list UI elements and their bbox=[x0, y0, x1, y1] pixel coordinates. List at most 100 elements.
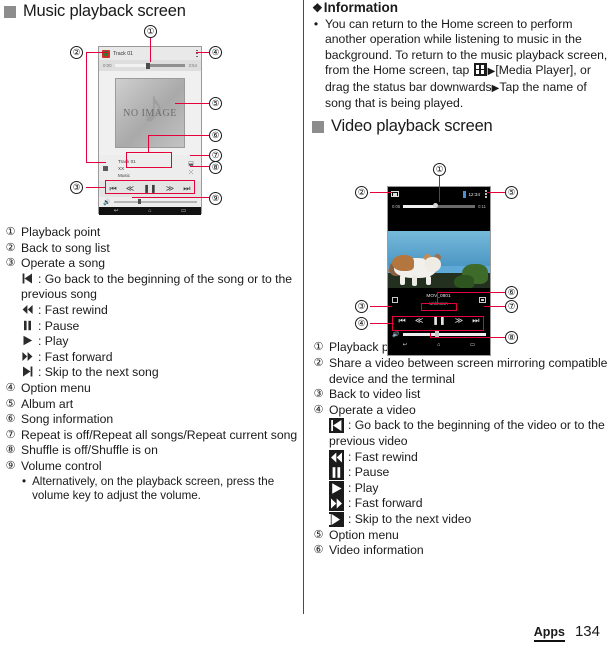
legend-number: ⑦ bbox=[5, 428, 16, 441]
legend-item-2: ② Back to song list bbox=[4, 241, 300, 257]
speaker-icon: 🔊 bbox=[103, 199, 111, 206]
video-controls-highlight bbox=[392, 316, 484, 331]
legend-number: ② bbox=[313, 357, 324, 370]
leader-line bbox=[437, 292, 507, 293]
cat-leg-1 bbox=[400, 275, 405, 285]
callout-8: ⑧ bbox=[209, 161, 222, 174]
recents-icon[interactable]: ▭ bbox=[181, 208, 186, 214]
information-heading-label: Information bbox=[323, 0, 399, 15]
play-icon bbox=[329, 480, 344, 496]
video-option-icon[interactable] bbox=[479, 297, 486, 303]
note-bullet: • bbox=[22, 474, 27, 488]
legend-number: ⑨ bbox=[5, 459, 16, 472]
video-heading-label: Video playback screen bbox=[331, 117, 493, 136]
video-section-heading: Video playback screen bbox=[312, 117, 608, 136]
cat-head bbox=[424, 257, 441, 272]
video-op-label: : Play bbox=[348, 480, 379, 495]
legend-text: Back to song list bbox=[21, 240, 110, 255]
volume-knob[interactable] bbox=[137, 199, 141, 205]
heading-square-bullet bbox=[4, 5, 16, 18]
home-icon[interactable]: ⌂ bbox=[437, 342, 440, 348]
legend-item-1: ① Playback point bbox=[4, 225, 300, 241]
leader-line bbox=[86, 52, 87, 162]
song-op-label: : Fast rewind bbox=[38, 302, 108, 317]
video-op-skip-next: : Skip to the next video bbox=[312, 511, 608, 528]
status-clock: 12:34 bbox=[468, 191, 481, 197]
callout-9: ⑨ bbox=[209, 192, 222, 205]
leader-line bbox=[370, 323, 394, 324]
song-op-fast-rewind: : Fast rewind bbox=[4, 303, 300, 319]
video-legend-item-3: ③ Back to video list bbox=[312, 387, 608, 403]
total-time: 0:11 bbox=[478, 204, 486, 209]
video-op-label: : Go back to the beginning of the video … bbox=[348, 418, 605, 433]
back-to-song-list-button[interactable] bbox=[103, 165, 108, 171]
seek-knob[interactable] bbox=[433, 203, 439, 209]
controls-highlight bbox=[105, 180, 195, 194]
battery-icon bbox=[462, 190, 466, 198]
legend-number: ③ bbox=[5, 257, 16, 270]
callout-1: ① bbox=[144, 25, 157, 38]
music-note-icon: ♪ bbox=[142, 80, 165, 132]
video-seek-bar[interactable]: 0:05 0:11 bbox=[388, 201, 490, 212]
back-icon[interactable]: ↩ bbox=[114, 208, 119, 214]
video-op-fast-rewind: : Fast rewind bbox=[312, 449, 608, 466]
video-op-fast-forward: : Fast forward bbox=[312, 496, 608, 512]
seek-track[interactable] bbox=[403, 203, 476, 209]
recents-icon[interactable]: ▭ bbox=[470, 342, 475, 348]
fast-rewind-icon bbox=[21, 303, 34, 316]
video-callout-7: ⑦ bbox=[505, 300, 518, 313]
seek-knob[interactable] bbox=[145, 62, 150, 69]
legend-item-6: ⑥ Song information bbox=[4, 412, 300, 428]
leader-line bbox=[148, 135, 149, 152]
shuffle-icon[interactable]: ⤫ bbox=[189, 170, 194, 176]
volume-track[interactable] bbox=[114, 199, 197, 205]
legend-number: ⑥ bbox=[5, 413, 16, 426]
legend-number: ① bbox=[5, 226, 16, 238]
legend-item-4: ④ Option menu bbox=[4, 381, 300, 397]
skip-next-icon bbox=[21, 365, 34, 378]
legend-number: ⑧ bbox=[5, 444, 16, 457]
speaker-icon: 🔊 bbox=[392, 332, 400, 338]
fast-rewind-icon bbox=[329, 449, 344, 465]
song-op-label: : Pause bbox=[38, 318, 80, 333]
legend-number: ④ bbox=[5, 381, 16, 394]
legend-number: ④ bbox=[313, 403, 324, 416]
seek-track[interactable] bbox=[114, 62, 186, 69]
music-volume-control[interactable]: 🔊 bbox=[99, 197, 201, 207]
leader-line bbox=[484, 306, 507, 307]
cat-leg-2 bbox=[412, 275, 417, 286]
legend-text: Video information bbox=[329, 543, 424, 558]
album-art-area: ♪ NO IMAGE bbox=[99, 71, 201, 155]
leader-line bbox=[86, 162, 106, 163]
home-icon[interactable]: ⌂ bbox=[148, 208, 151, 214]
screen-mirroring-icon[interactable] bbox=[391, 191, 399, 197]
leader-line bbox=[148, 135, 211, 136]
callout-4: ④ bbox=[209, 46, 222, 59]
footer-section-label: Apps bbox=[533, 625, 565, 642]
pause-icon bbox=[329, 465, 344, 481]
video-op-label: : Fast rewind bbox=[348, 449, 418, 464]
song-op-label: : Go back to the beginning of the song o… bbox=[38, 271, 293, 286]
song-op-label: : Fast forward bbox=[38, 349, 113, 364]
elapsed-time: 0:00 bbox=[103, 63, 112, 68]
play-icon bbox=[21, 334, 34, 347]
video-callout-4: ④ bbox=[355, 317, 368, 330]
leader-line bbox=[150, 38, 151, 62]
total-time: 3:54 bbox=[188, 63, 197, 68]
legend-text: Shuffle is off/Shuffle is on bbox=[21, 443, 158, 458]
volume-track[interactable] bbox=[403, 331, 486, 338]
skip-previous-icon bbox=[329, 418, 344, 434]
back-icon[interactable]: ↩ bbox=[403, 342, 408, 348]
callout-5: ⑤ bbox=[209, 97, 222, 110]
bullet-glyph: • bbox=[313, 17, 319, 31]
video-frame[interactable] bbox=[388, 231, 490, 288]
music-app-icon bbox=[102, 49, 110, 58]
legend-item-9: ⑨ Volume control bbox=[4, 459, 300, 475]
option-menu-icon[interactable] bbox=[196, 49, 198, 58]
information-heading: ❖ Information bbox=[312, 0, 608, 15]
leader-line bbox=[190, 166, 211, 167]
seek-fill bbox=[403, 205, 436, 208]
video-callout-6: ⑥ bbox=[505, 286, 518, 299]
video-op-skip-previous: : Go back to the beginning of the video … bbox=[312, 418, 608, 434]
music-section-heading: Music playback screen bbox=[4, 2, 300, 21]
